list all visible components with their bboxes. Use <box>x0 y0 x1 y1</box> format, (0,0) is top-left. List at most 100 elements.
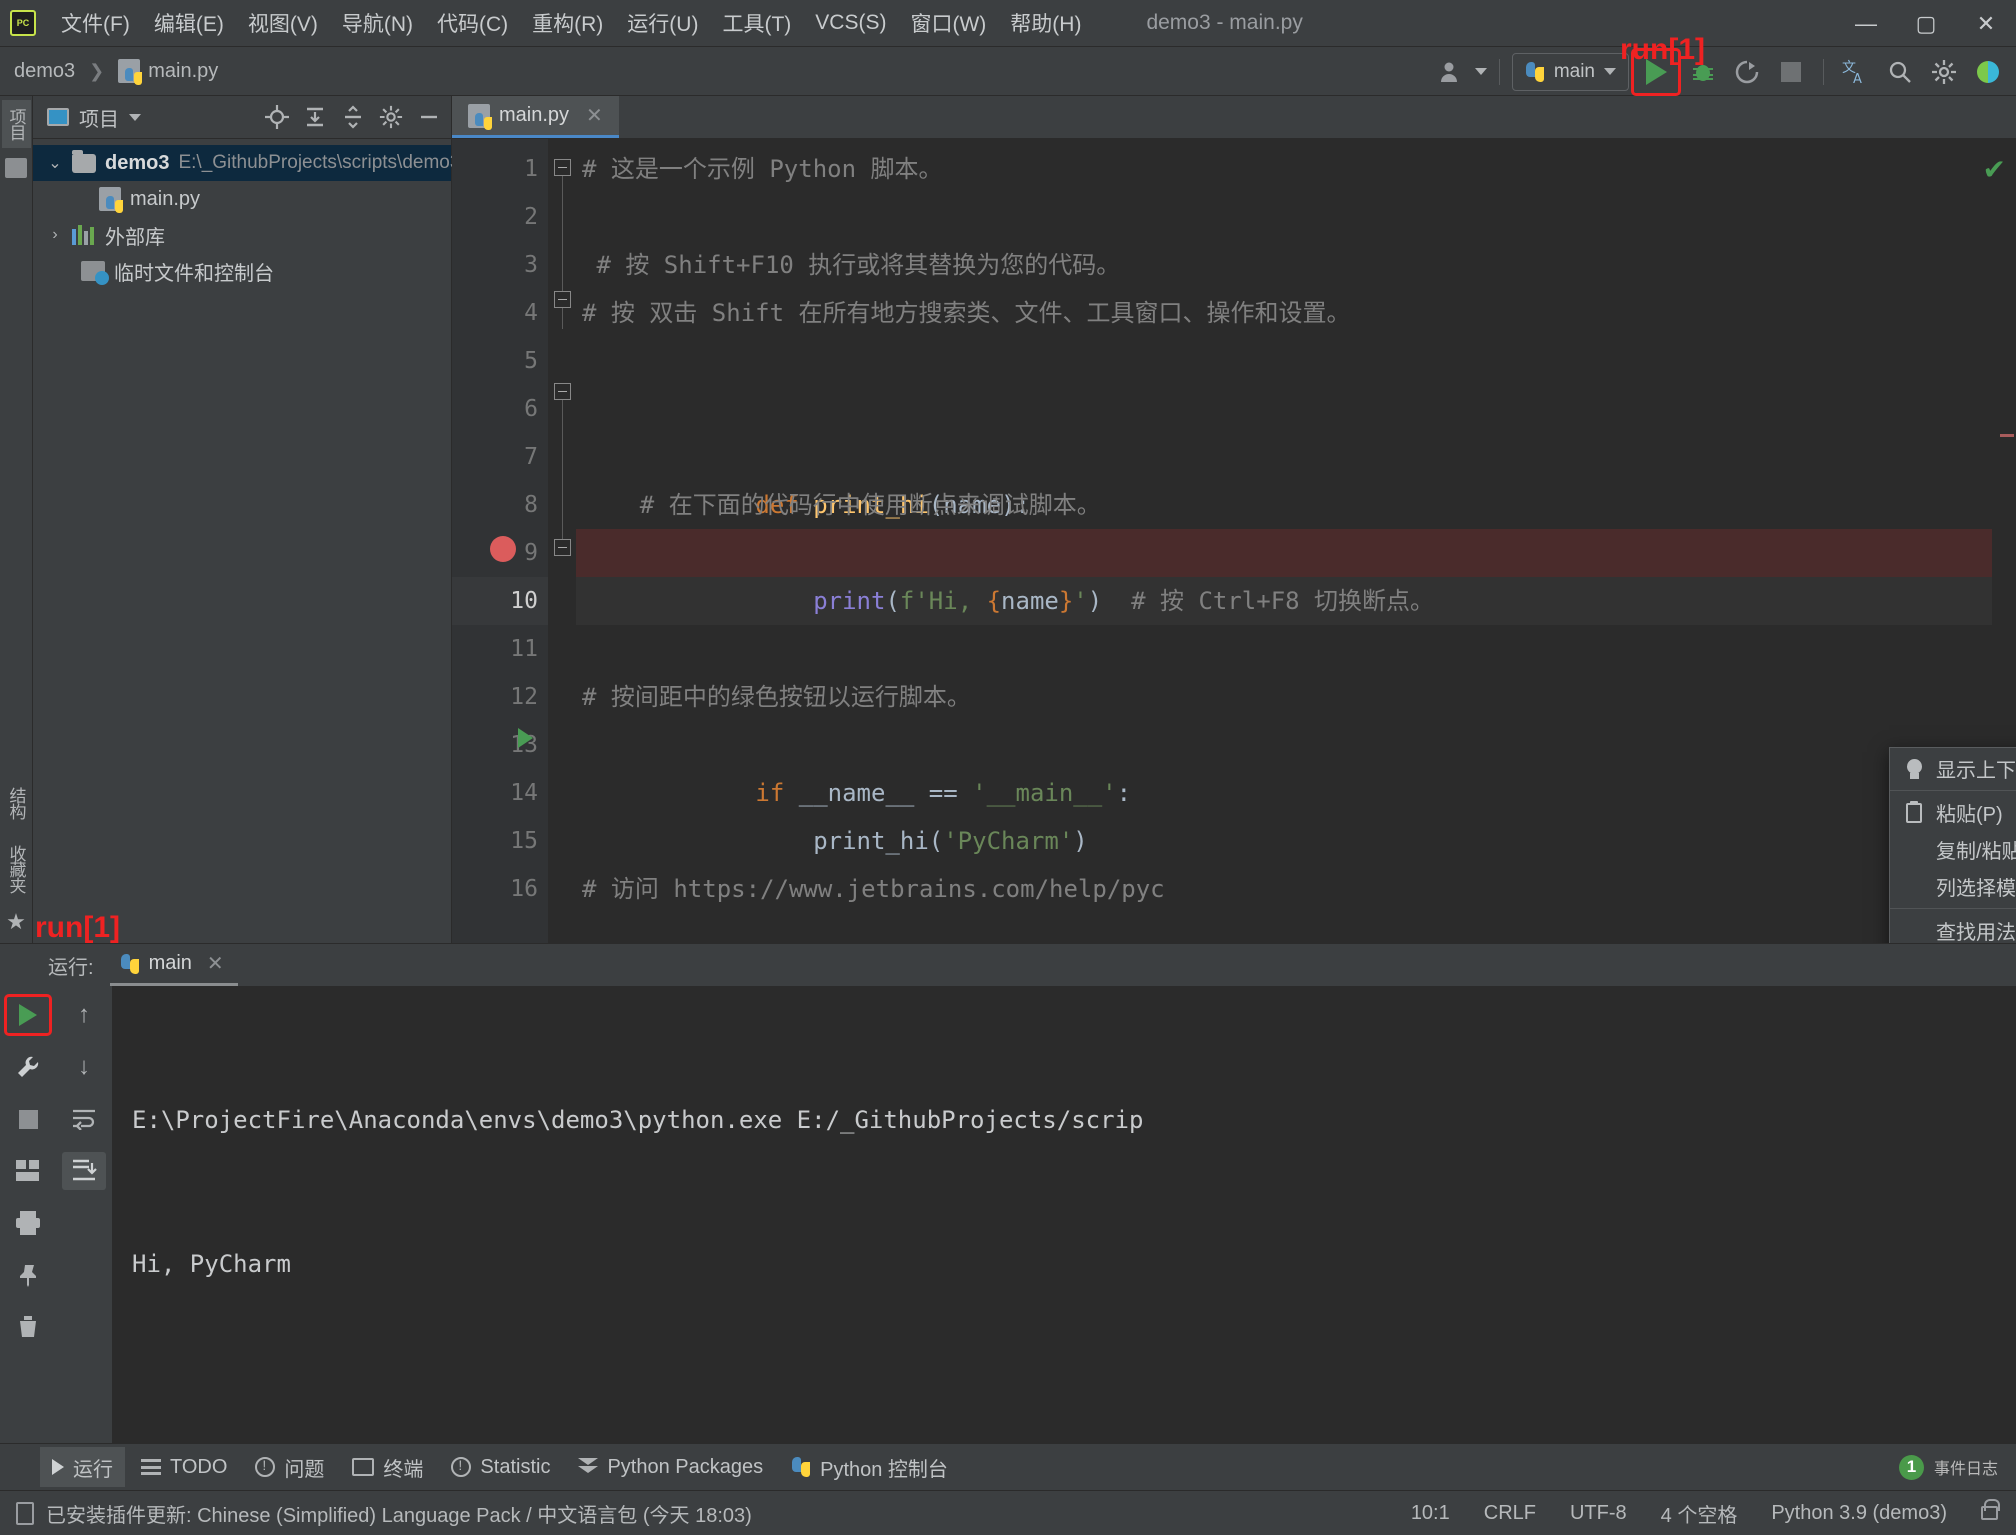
code-line[interactable]: # 按间距中的绿色按钮以运行脚本。 <box>576 673 1992 721</box>
code-text-area[interactable]: # 这是一个示例 Python 脚本。 # 按 Shift+F10 执行或将其替… <box>576 139 1992 943</box>
tree-node-scratches[interactable]: 临时文件和控制台 <box>33 253 451 289</box>
lock-icon[interactable] <box>1981 1506 1998 1520</box>
rail-tab-favorites[interactable]: 收藏夹 <box>2 837 31 901</box>
ctx-show-context-actions[interactable]: 显示上下文操作 Alt+Enter <box>1890 750 2016 787</box>
code-editor[interactable]: 1 2 3 4 5 6 7 8 9 10 11 12 13 14 15 16 <box>452 139 2016 943</box>
python-interpreter[interactable]: Python 3.9 (demo3) <box>1771 1502 1947 1525</box>
collapse-all-icon[interactable] <box>337 101 369 133</box>
editor-gutter[interactable]: 1 2 3 4 5 6 7 8 9 10 11 12 13 14 15 16 <box>452 139 548 943</box>
menu-tools[interactable]: 工具(T) <box>711 4 802 42</box>
tree-node-mainpy[interactable]: main.py <box>33 181 451 217</box>
menu-edit[interactable]: 编辑(E) <box>143 4 235 42</box>
ctx-copy-paste-special[interactable]: 复制/粘贴特殊 › <box>1890 831 2016 868</box>
close-icon[interactable]: ✕ <box>207 951 224 976</box>
close-button[interactable]: ✕ <box>1956 0 2016 47</box>
event-log-area[interactable]: 1 事件日志 <box>1899 1455 1998 1480</box>
maximize-button[interactable]: ▢ <box>1896 0 1956 47</box>
code-line[interactable] <box>576 625 1992 673</box>
translate-icon[interactable]: 文A <box>1836 52 1876 92</box>
toolwindow-statistic[interactable]: Statistic <box>439 1447 562 1487</box>
notification-icon[interactable] <box>16 1502 34 1525</box>
menu-help[interactable]: 帮助(H) <box>999 4 1092 42</box>
print-icon[interactable] <box>6 1204 50 1242</box>
user-dropdown-icon[interactable] <box>1475 68 1487 75</box>
ctx-paste[interactable]: 粘贴(P) Ctrl+V <box>1890 794 2016 831</box>
soft-wrap-icon[interactable] <box>62 1100 106 1138</box>
fold-toggle-icon[interactable] <box>554 539 571 556</box>
gear-icon[interactable] <box>1924 52 1964 92</box>
fold-column[interactable] <box>548 139 576 943</box>
coverage-button[interactable] <box>1727 52 1767 92</box>
minimize-button[interactable]: — <box>1836 0 1896 47</box>
status-message[interactable]: 已安装插件更新: Chinese (Simplified) Language P… <box>46 1499 752 1528</box>
hide-panel-icon[interactable] <box>413 101 445 133</box>
stop-button[interactable] <box>6 1100 50 1138</box>
run-gutter-icon[interactable] <box>518 728 533 748</box>
breadcrumb-project[interactable]: demo3 <box>14 60 75 83</box>
code-line[interactable]: print(f'Hi, {name}') # 按 Ctrl+F8 切换断点。 <box>576 529 1992 577</box>
fold-toggle-icon[interactable] <box>554 159 571 176</box>
run-console-output[interactable]: E:\ProjectFire\Anaconda\envs\demo3\pytho… <box>112 986 2016 1443</box>
user-icon[interactable] <box>1431 52 1471 92</box>
up-icon[interactable]: ↑ <box>62 996 106 1034</box>
menu-window[interactable]: 窗口(W) <box>899 4 997 42</box>
fold-toggle-icon[interactable] <box>554 291 571 308</box>
down-icon[interactable]: ↓ <box>62 1048 106 1086</box>
ctx-find-usages[interactable]: 查找用法(U) Alt+F7 <box>1890 912 2016 943</box>
search-icon[interactable] <box>1880 52 1920 92</box>
code-line[interactable] <box>576 337 1992 385</box>
code-line[interactable]: def print_hi(name): <box>576 433 1992 481</box>
fold-toggle-icon[interactable] <box>554 383 571 400</box>
trash-icon[interactable] <box>6 1308 50 1346</box>
breadcrumb-file[interactable]: main.py <box>148 60 218 83</box>
code-line[interactable]: # 在下面的代码行中使用断点来调试脚本。 <box>576 481 1992 529</box>
toolwindow-problems[interactable]: 问题 <box>243 1447 336 1487</box>
run-configuration-selector[interactable]: main <box>1512 53 1629 91</box>
event-log-label[interactable]: 事件日志 <box>1934 1455 1998 1479</box>
code-line[interactable] <box>576 385 1992 433</box>
file-encoding[interactable]: UTF-8 <box>1570 1502 1627 1525</box>
menu-code[interactable]: 代码(C) <box>426 4 519 42</box>
project-view-dropdown-icon[interactable] <box>129 114 141 121</box>
tree-node-external-libraries[interactable]: › 外部库 <box>33 217 451 253</box>
ctx-column-selection-mode[interactable]: 列选择模式(M) Alt+Shift+Insert <box>1890 868 2016 905</box>
indent-setting[interactable]: 4 个空格 <box>1661 1499 1738 1528</box>
rail-tab-structure[interactable]: 结构 <box>2 779 31 827</box>
toolwindow-python-console[interactable]: Python 控制台 <box>779 1447 960 1487</box>
pin-icon[interactable] <box>6 1256 50 1294</box>
caret-position[interactable]: 10:1 <box>1411 1502 1450 1525</box>
editor-tab-mainpy[interactable]: main.py ✕ <box>452 96 619 138</box>
code-line[interactable] <box>576 193 1992 241</box>
menu-file[interactable]: 文件(F) <box>50 4 141 42</box>
menu-refactor[interactable]: 重构(R) <box>521 4 614 42</box>
project-settings-gear-icon[interactable] <box>375 101 407 133</box>
chevron-right-icon[interactable]: › <box>47 226 63 244</box>
menu-navigate[interactable]: 导航(N) <box>331 4 424 42</box>
run-tab-main[interactable]: main ✕ <box>110 944 238 986</box>
code-line[interactable]: # 访问 https://www.jetbrains.com/help/pyc <box>576 865 1992 913</box>
code-line[interactable]: if __name__ == '__main__': <box>576 721 1992 769</box>
breakpoint-marker[interactable] <box>490 536 516 562</box>
menu-view[interactable]: 视图(V) <box>237 4 329 42</box>
toolwindow-terminal[interactable]: 终端 <box>340 1447 435 1487</box>
editor-context-menu[interactable]: 显示上下文操作 Alt+Enter 粘贴(P) Ctrl+V 复制/粘贴特殊 › <box>1889 747 2016 943</box>
stop-button[interactable] <box>1771 52 1811 92</box>
layout-icon[interactable] <box>6 1152 50 1190</box>
rail-tab-project[interactable]: 项目 <box>2 100 31 148</box>
toolwindow-run[interactable]: 运行 <box>40 1447 125 1487</box>
scroll-to-end-icon[interactable] <box>62 1152 106 1190</box>
rerun-button[interactable] <box>6 996 50 1034</box>
menu-run[interactable]: 运行(U) <box>616 4 709 42</box>
toolwindow-todo[interactable]: TODO <box>129 1447 239 1487</box>
expand-all-icon[interactable] <box>299 101 331 133</box>
folder-icon[interactable] <box>5 158 27 178</box>
code-line[interactable]: # 按 双击 Shift 在所有地方搜索类、文件、工具窗口、操作和设置。 <box>576 289 1992 337</box>
code-line[interactable]: # 按 Shift+F10 执行或将其替换为您的代码。 <box>576 241 1992 289</box>
close-icon[interactable]: ✕ <box>586 103 603 128</box>
theme-icon[interactable] <box>1968 52 2008 92</box>
chevron-down-icon[interactable]: ⌄ <box>47 153 63 173</box>
scroll-from-source-icon[interactable] <box>261 101 293 133</box>
line-separator[interactable]: CRLF <box>1484 1502 1536 1525</box>
menu-vcs[interactable]: VCS(S) <box>804 7 897 39</box>
marker-tick[interactable] <box>2000 434 2014 437</box>
